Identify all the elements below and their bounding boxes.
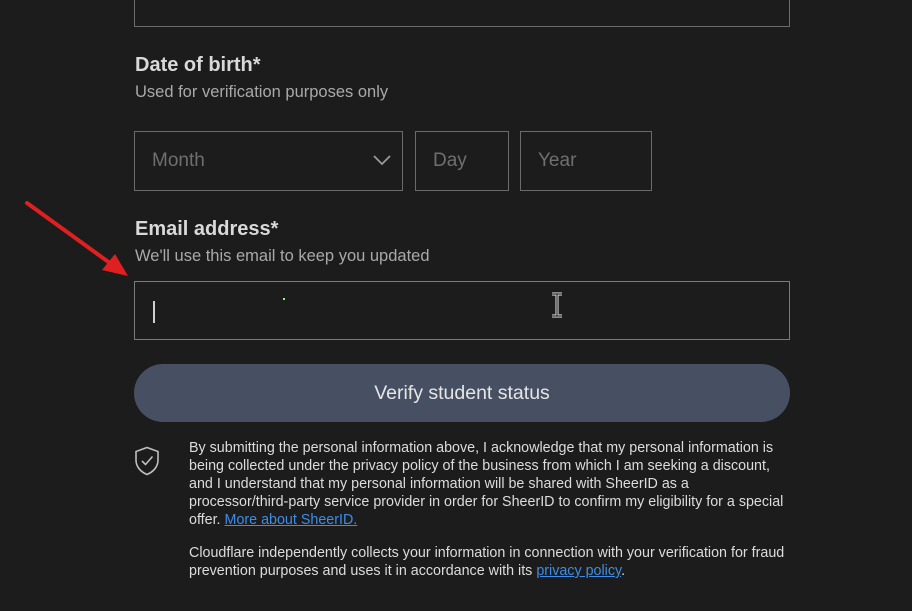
- more-about-sheerid-link[interactable]: More about SheerID.: [225, 512, 358, 528]
- legal-paragraph-sheerid: By submitting the personal information a…: [189, 439, 789, 529]
- dob-sublabel: Used for verification purposes only: [135, 83, 389, 101]
- legal-text-2: Cloudflare independently collects your i…: [189, 545, 785, 579]
- dob-label: Date of birth*: [135, 54, 261, 76]
- cursor-dot: [283, 298, 285, 300]
- verify-student-status-button[interactable]: Verify student status: [134, 364, 790, 422]
- email-sublabel: We'll use this email to keep you updated: [135, 247, 430, 265]
- year-input[interactable]: Year: [520, 131, 652, 191]
- annotation-arrow-icon: [25, 201, 128, 276]
- legal-paragraph-cloudflare: Cloudflare independently collects your i…: [189, 544, 789, 580]
- day-input[interactable]: Day: [415, 131, 509, 191]
- month-select[interactable]: Month: [134, 131, 403, 191]
- day-placeholder: Day: [433, 150, 467, 171]
- year-placeholder: Year: [538, 150, 577, 171]
- legal-text-2-end: .: [621, 563, 626, 579]
- privacy-policy-link[interactable]: privacy policy: [536, 563, 621, 579]
- previous-field-input[interactable]: [134, 0, 790, 27]
- shield-check-icon: [135, 446, 159, 476]
- ibeam-cursor-icon: [552, 292, 562, 318]
- chevron-down-icon: [373, 155, 391, 166]
- text-caret: [153, 301, 155, 323]
- month-placeholder: Month: [152, 150, 205, 171]
- email-input[interactable]: [134, 281, 790, 340]
- email-label: Email address*: [135, 218, 279, 240]
